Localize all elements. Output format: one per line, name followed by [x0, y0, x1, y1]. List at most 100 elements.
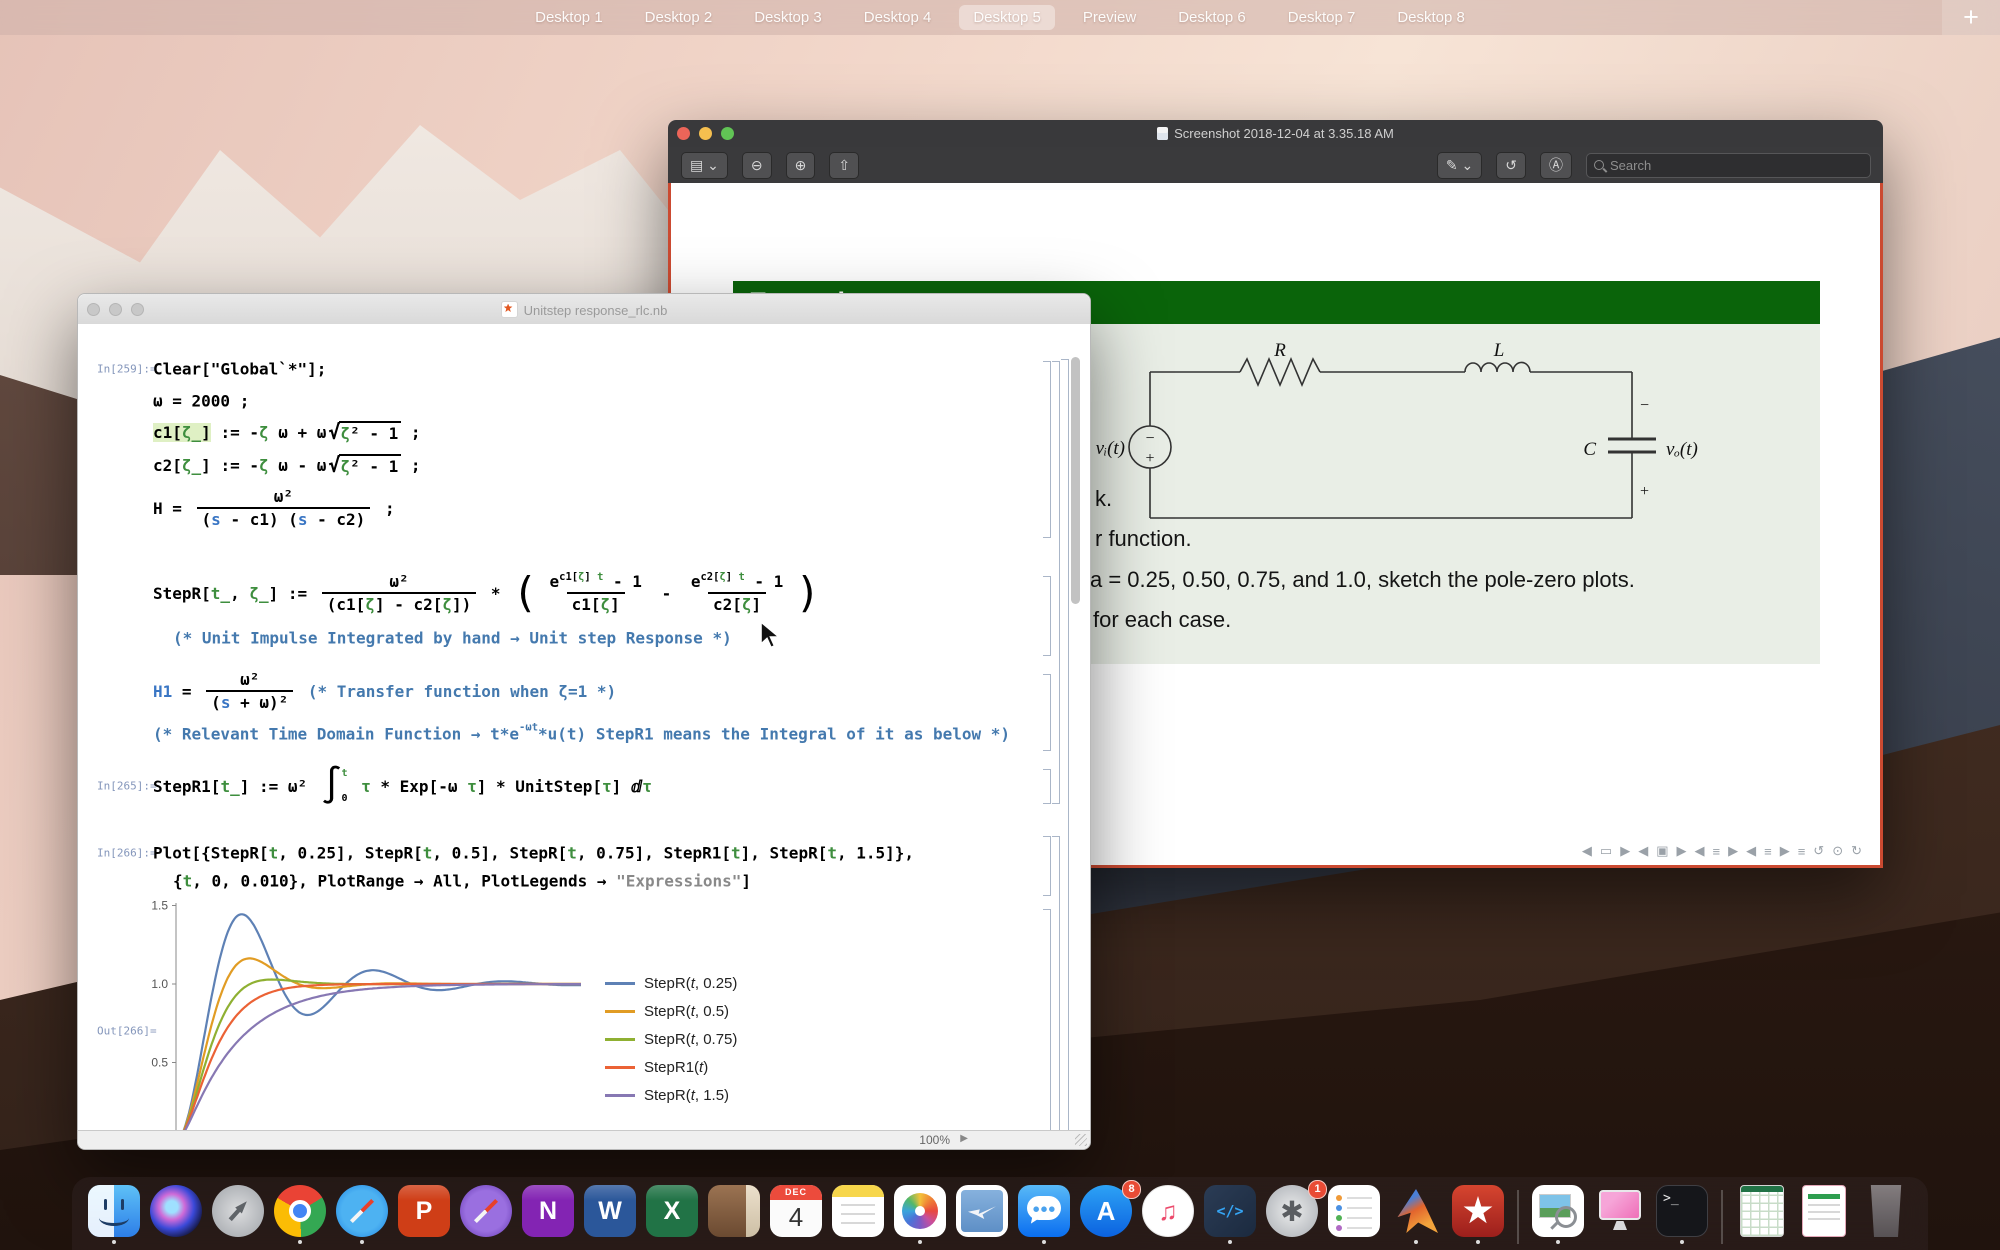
preview-titlebar[interactable]: Screenshot 2018-12-04 at 3.35.18 AM [668, 120, 1883, 147]
redo-icon[interactable]: ↻ [1851, 843, 1862, 859]
list-view-icon[interactable]: ≡ [1798, 844, 1806, 859]
cell-bracket[interactable] [1043, 674, 1051, 751]
notebook-body[interactable]: In[259]:=In[265]:=In[266]:=Out[266]=Clea… [78, 324, 1090, 1131]
cell-bracket[interactable] [1061, 359, 1069, 1131]
space-desktop-6[interactable]: Desktop 6 [1164, 5, 1260, 30]
dock-item-reminders[interactable] [1326, 1185, 1382, 1244]
legend-label: StepR(t, 0.5) [644, 1003, 729, 1020]
dock-item-app-store[interactable]: A8 [1078, 1185, 1134, 1244]
cell-bracket[interactable] [1043, 576, 1051, 656]
dock-item-notes[interactable] [830, 1185, 886, 1244]
space-preview[interactable]: Preview [1069, 5, 1150, 30]
dock-item-excel[interactable]: X [644, 1185, 700, 1244]
space-desktop-2[interactable]: Desktop 2 [631, 5, 727, 30]
view-options-button[interactable]: ▤ ⌄ [681, 152, 728, 179]
dock-item-safari[interactable] [334, 1185, 390, 1244]
share-button[interactable]: ⇧ [829, 152, 859, 179]
magnification-menu-arrow[interactable]: ▶ [960, 1133, 968, 1144]
code-line-5: H = ω²(s - c1) (s - c2) ; [153, 487, 395, 529]
desktop: Desktop 1 Desktop 2 Desktop 3 Desktop 4 Desk… [0, 0, 2000, 1250]
slide-text-fragment: for each case. [1093, 607, 1231, 633]
cell-bracket[interactable] [1043, 361, 1051, 538]
dock-item-onenote[interactable]: N [520, 1185, 576, 1244]
dock-item-calendar[interactable]: DEC4 [768, 1185, 824, 1244]
toc-prev-icon[interactable]: ◀ [1695, 843, 1705, 859]
dock-item-spreadsheet-file[interactable] [1734, 1185, 1790, 1244]
contents-view-icon[interactable]: ≡ [1713, 844, 1721, 859]
legend-entry: StepR(t, 0.75) [605, 1025, 737, 1053]
add-desktop-button[interactable]: + [1942, 0, 2000, 35]
scrollbar-thumb[interactable] [1071, 357, 1080, 604]
mouse-cursor [758, 620, 784, 650]
space-desktop-1[interactable]: Desktop 1 [521, 5, 617, 30]
markup-button[interactable]: Ⓐ [1540, 152, 1572, 179]
status-bar: 100% ▶ [78, 1130, 1090, 1149]
dock-item-itunes[interactable]: ♫ [1140, 1185, 1196, 1244]
thumbs-prev-icon[interactable]: ◀ [1638, 843, 1648, 859]
source-plus-sign: + [1145, 450, 1154, 467]
legend-entry: StepR1(t) [605, 1053, 737, 1081]
legend-label: StepR(t, 0.25) [644, 975, 737, 992]
running-indicator [1476, 1240, 1480, 1244]
toc-next-icon[interactable]: ▶ [1728, 843, 1738, 859]
plot-legend: StepR(t, 0.25) StepR(t, 0.5) StepR(t, 0.75… [605, 969, 737, 1109]
dock-item-mail[interactable] [954, 1185, 1010, 1244]
notes-next-icon[interactable]: ▶ [1780, 843, 1790, 859]
dock-item-powerpoint[interactable]: P [396, 1185, 452, 1244]
space-desktop-5[interactable]: Desktop 5 [959, 5, 1055, 30]
dock-item-photos[interactable] [892, 1185, 948, 1244]
dock-item-preview-app[interactable] [1530, 1185, 1586, 1244]
capacitor-minus-sign: − [1640, 397, 1649, 414]
dock-item-word[interactable]: W [582, 1185, 638, 1244]
source-minus-sign: − [1145, 430, 1154, 447]
legend-entry: StepR(t, 0.25) [605, 969, 737, 997]
magnification-level[interactable]: 100% [919, 1133, 950, 1147]
zoom-in-button[interactable]: ⊕ [786, 152, 816, 179]
thumbnail-view-icon[interactable]: ▣ [1656, 843, 1668, 859]
undo-icon[interactable]: ↺ [1813, 843, 1824, 859]
dock-item-vscode[interactable]: </> [1202, 1185, 1258, 1244]
dock-item-launchpad[interactable] [210, 1185, 266, 1244]
cell-bracket[interactable] [1043, 909, 1051, 1131]
cell-bracket[interactable] [1043, 836, 1051, 896]
highlight-button[interactable]: ✎ ⌄ [1437, 152, 1482, 179]
dock-item-safari-tech-preview[interactable] [458, 1185, 514, 1244]
dock-item-document-file[interactable] [1796, 1185, 1852, 1244]
dock-item-messages[interactable] [1016, 1185, 1072, 1244]
resize-grip[interactable] [1075, 1134, 1087, 1146]
preview-toolbar: ▤ ⌄ ⊖ ⊕ ⇧ ✎ ⌄ ↺ Ⓐ Search [668, 147, 1883, 184]
dock-item-system-preferences[interactable]: ✱1 [1264, 1185, 1320, 1244]
space-desktop-3[interactable]: Desktop 3 [740, 5, 836, 30]
cell-bracket[interactable] [1052, 836, 1060, 1131]
dock-item-contacts[interactable] [706, 1185, 762, 1244]
thumbs-next-icon[interactable]: ▶ [1677, 843, 1687, 859]
magnify-icon[interactable]: ⊙ [1832, 843, 1843, 859]
cell-bracket[interactable] [1043, 769, 1051, 804]
space-desktop-4[interactable]: Desktop 4 [850, 5, 946, 30]
zoom-out-button[interactable]: ⊖ [742, 152, 772, 179]
page-next-icon[interactable]: ▶ [1620, 843, 1630, 859]
dock-item-display-app[interactable] [1592, 1185, 1648, 1244]
space-desktop-7[interactable]: Desktop 7 [1274, 5, 1370, 30]
legend-swatch [605, 1038, 635, 1041]
rotate-button[interactable]: ↺ [1496, 152, 1526, 179]
dock-item-matlab[interactable] [1388, 1185, 1444, 1244]
code-line-10: StepR1[t_] := ω² ∫t0 τ * Exp[-ω τ] * Uni… [153, 768, 652, 804]
dock-item-terminal[interactable]: >_ [1654, 1185, 1710, 1244]
running-indicator [918, 1240, 922, 1244]
code-line-9: (* Relevant Time Domain Function → t*e-ω… [153, 725, 1010, 744]
dock-item-mathematica[interactable] [1450, 1185, 1506, 1244]
dock-item-chrome[interactable] [272, 1185, 328, 1244]
cell-bracket[interactable] [1052, 361, 1060, 804]
dock-item-finder[interactable] [86, 1185, 142, 1244]
dock-item-trash[interactable] [1858, 1185, 1914, 1244]
search-input[interactable]: Search [1586, 153, 1871, 178]
page-prev-icon[interactable]: ◀ [1582, 843, 1592, 859]
running-indicator [298, 1240, 302, 1244]
space-desktop-8[interactable]: Desktop 8 [1383, 5, 1479, 30]
single-page-view-icon[interactable]: ▭ [1600, 843, 1612, 859]
notes-view-icon[interactable]: ≡ [1764, 844, 1772, 859]
mathematica-titlebar[interactable]: Unitstep response_rlc.nb [78, 294, 1090, 325]
notes-prev-icon[interactable]: ◀ [1746, 843, 1756, 859]
dock-item-siri[interactable] [148, 1185, 204, 1244]
